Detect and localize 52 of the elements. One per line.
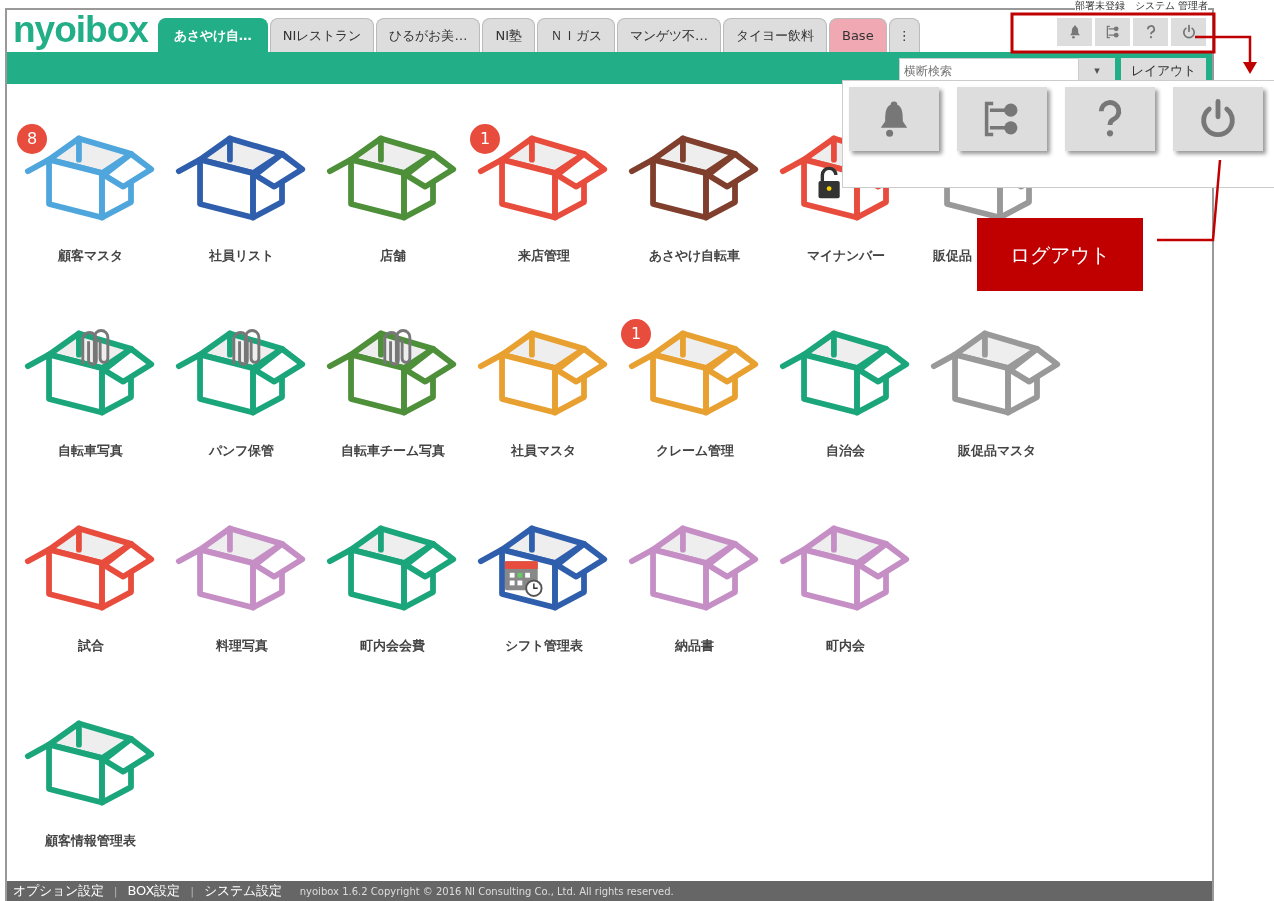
notification-button[interactable] xyxy=(849,87,939,151)
box-label[interactable]: 自治会 xyxy=(826,442,865,461)
box-label[interactable]: 納品書 xyxy=(675,637,714,656)
box-label[interactable]: 来店管理 xyxy=(517,247,570,266)
footer-link[interactable]: BOX設定 xyxy=(127,881,181,901)
box-label[interactable]: マイナンバー xyxy=(806,247,885,266)
tab[interactable]: タイヨー飲料 xyxy=(722,18,827,52)
logout-button[interactable] xyxy=(1171,18,1206,46)
power-icon xyxy=(1180,24,1197,40)
box-label[interactable]: 社員マスタ xyxy=(511,442,576,461)
box-label[interactable]: 顧客マスタ xyxy=(58,247,123,266)
organization-button[interactable] xyxy=(957,87,1047,151)
notification-button[interactable] xyxy=(1057,18,1092,46)
box-label[interactable]: 販促品マスタ xyxy=(957,442,1036,461)
help-button[interactable] xyxy=(1133,18,1168,46)
tab[interactable]: ひるがお美… xyxy=(376,18,481,52)
box-label[interactable]: 町内会 xyxy=(826,637,865,656)
tab[interactable]: NI塾 xyxy=(482,18,535,52)
callout-label: ログアウト xyxy=(977,218,1143,291)
box-label[interactable]: シフト管理表 xyxy=(504,637,583,656)
logo: nyoibox xyxy=(13,11,148,48)
box-label[interactable]: 販促品 xyxy=(933,247,972,266)
organization-button[interactable] xyxy=(1095,18,1130,46)
box-label[interactable]: 試合 xyxy=(77,637,104,656)
box-label[interactable]: 顧客情報管理表 xyxy=(45,832,136,851)
count-badge: 1 xyxy=(621,319,651,349)
annotation-arrow xyxy=(1195,35,1257,74)
hierarchy-icon xyxy=(1104,24,1121,40)
help-button[interactable] xyxy=(1065,87,1155,151)
box-label[interactable]: あさやけ自転車 xyxy=(649,247,740,266)
separator: | xyxy=(114,884,118,899)
user-name: 部署未登録 システム 管理者 xyxy=(1074,0,1208,13)
footer-link[interactable]: オプション設定 xyxy=(13,881,104,901)
box-label[interactable]: 自転車チーム写真 xyxy=(340,442,445,461)
logout-button[interactable] xyxy=(1173,87,1263,151)
copyright-text: nyoibox 1.6.2 Copyright © 2016 NI Consulting Co., Ltd. All rights reserved. xyxy=(299,884,674,899)
footer-link[interactable]: システム設定 xyxy=(203,881,282,901)
box-label[interactable]: 料理写真 xyxy=(215,637,268,656)
box-label[interactable]: 社員リスト xyxy=(209,247,274,266)
count-badge: 1 xyxy=(470,124,500,154)
more-tabs-button[interactable]: ⋮ xyxy=(888,18,920,52)
tab[interactable]: Base xyxy=(828,18,887,52)
box-label[interactable]: パンフ保管 xyxy=(209,442,274,461)
tab[interactable]: NIレストラン xyxy=(269,18,375,52)
box-label[interactable]: クレーム管理 xyxy=(655,442,734,461)
tab[interactable]: マンゲツ不… xyxy=(616,18,721,52)
count-badge: 8 xyxy=(17,124,47,154)
box-label[interactable]: 店舗 xyxy=(379,247,406,266)
box-label[interactable]: 自転車写真 xyxy=(58,442,123,461)
separator: | xyxy=(190,884,194,899)
tab[interactable]: ＮＩガス xyxy=(536,18,615,52)
box-label[interactable]: 町内会会費 xyxy=(360,637,425,656)
